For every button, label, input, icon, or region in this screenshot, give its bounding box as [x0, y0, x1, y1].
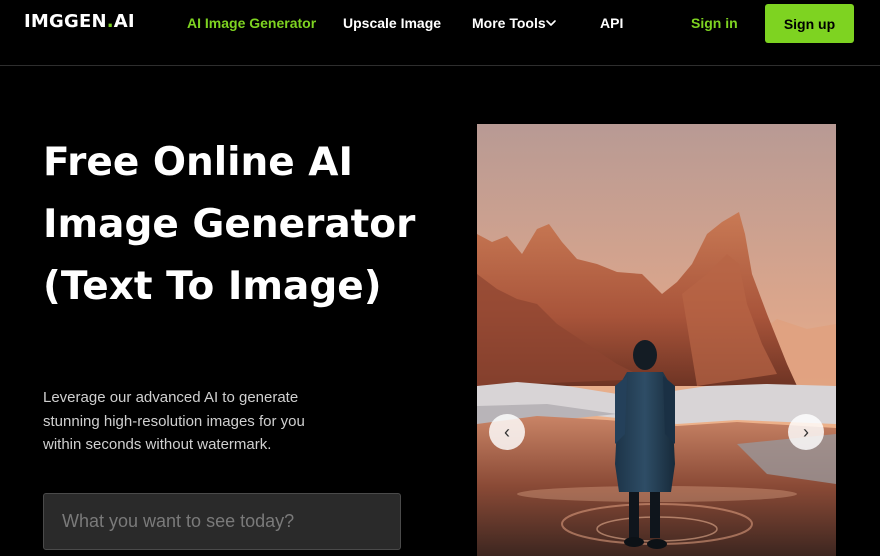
- hero-subtitle: Leverage our advanced AI to generate stu…: [43, 389, 305, 453]
- nav-more-tools[interactable]: More Tools: [472, 15, 546, 31]
- top-navigation-bar: IMGGEN.AI AI Image Generator Upscale Ima…: [0, 0, 880, 66]
- site-logo[interactable]: IMGGEN.AI: [24, 11, 135, 32]
- prompt-input[interactable]: [43, 493, 401, 550]
- chevron-right-icon: ›: [803, 422, 809, 442]
- logo-dot: .: [106, 11, 114, 32]
- nav-ai-image-generator[interactable]: AI Image Generator: [187, 15, 316, 31]
- sign-in-link[interactable]: Sign in: [691, 15, 738, 31]
- nav-api[interactable]: API: [600, 15, 623, 31]
- page: IMGGEN.AI AI Image Generator Upscale Ima…: [0, 0, 880, 556]
- carousel-prev-button[interactable]: ‹: [489, 414, 525, 450]
- logo-suffix: AI: [113, 11, 135, 32]
- logo-text: IMGGEN: [24, 11, 107, 32]
- carousel-next-button[interactable]: ›: [788, 414, 824, 450]
- hero-sample-image: [477, 124, 836, 556]
- chevron-down-icon[interactable]: [545, 18, 557, 28]
- nav-upscale-image[interactable]: Upscale Image: [343, 15, 441, 31]
- hero-title: Free Online AI Image Generator (Text To …: [43, 140, 416, 309]
- sign-up-button[interactable]: Sign up: [765, 4, 854, 43]
- sample-image-illustration: [477, 124, 836, 556]
- chevron-left-icon: ‹: [504, 422, 510, 442]
